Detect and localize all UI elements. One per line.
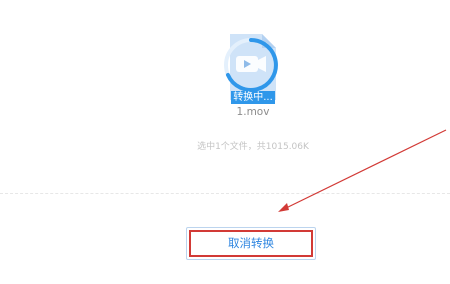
cancel-conversion-button[interactable]: 取消转换 [189,230,313,257]
